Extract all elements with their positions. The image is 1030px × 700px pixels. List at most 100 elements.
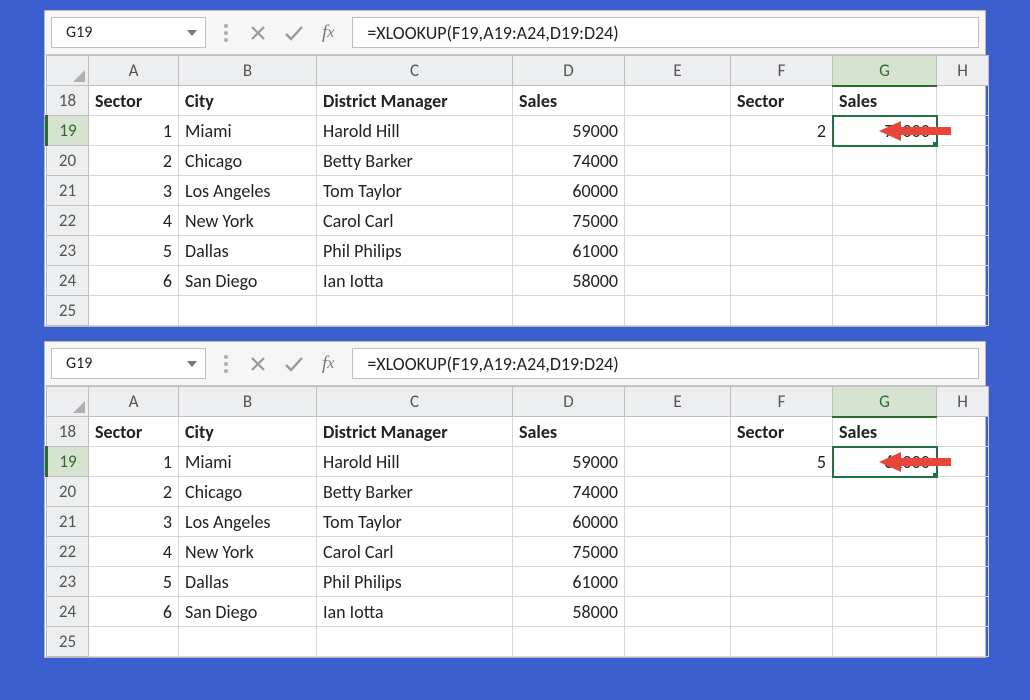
cell[interactable] xyxy=(937,567,989,597)
cell[interactable] xyxy=(625,206,731,236)
cell[interactable]: 2 xyxy=(89,477,179,507)
column-header[interactable]: A xyxy=(89,56,179,86)
cell[interactable]: 61000 xyxy=(513,567,625,597)
cell[interactable]: 61000 xyxy=(513,236,625,266)
cell[interactable] xyxy=(937,176,989,206)
row-header[interactable]: 20 xyxy=(47,477,89,507)
cell[interactable]: 59000 xyxy=(513,116,625,146)
cell[interactable]: Sector xyxy=(731,86,833,116)
cancel-icon[interactable] xyxy=(250,356,266,372)
cell[interactable]: 2 xyxy=(89,146,179,176)
row-header[interactable]: 22 xyxy=(47,537,89,567)
cell[interactable]: 74000 xyxy=(513,477,625,507)
cell[interactable] xyxy=(625,116,731,146)
cell[interactable] xyxy=(731,507,833,537)
cell[interactable] xyxy=(937,537,989,567)
cell[interactable]: 6 xyxy=(89,597,179,627)
column-header[interactable]: C xyxy=(317,56,513,86)
cell[interactable] xyxy=(731,296,833,326)
cell[interactable] xyxy=(937,507,989,537)
cell[interactable]: Sector xyxy=(89,86,179,116)
cell[interactable]: Harold Hill xyxy=(317,447,513,477)
row-header[interactable]: 25 xyxy=(47,296,89,326)
cell[interactable] xyxy=(731,176,833,206)
row-header[interactable]: 23 xyxy=(47,567,89,597)
cell[interactable]: Betty Barker xyxy=(317,146,513,176)
column-header[interactable]: H xyxy=(937,56,989,86)
cell[interactable]: City xyxy=(179,417,317,447)
cell[interactable]: Sector xyxy=(89,417,179,447)
cell[interactable]: Sales xyxy=(513,86,625,116)
fx-icon[interactable]: fx xyxy=(322,22,334,44)
cell[interactable]: Tom Taylor xyxy=(317,176,513,206)
column-header[interactable]: F xyxy=(731,56,833,86)
cell[interactable]: 5 xyxy=(89,236,179,266)
cell[interactable]: Los Angeles xyxy=(179,507,317,537)
cell[interactable] xyxy=(625,627,731,657)
cell[interactable]: 59000 xyxy=(513,447,625,477)
column-header[interactable]: C xyxy=(317,387,513,417)
cell[interactable] xyxy=(937,447,989,477)
cell[interactable] xyxy=(937,627,989,657)
select-all-corner[interactable] xyxy=(47,387,89,417)
formula-input[interactable]: =XLOOKUP(F19,A19:A24,D19:D24) xyxy=(352,17,979,48)
cell[interactable]: Chicago xyxy=(179,477,317,507)
cell[interactable] xyxy=(731,266,833,296)
cell[interactable]: 61000 xyxy=(833,447,937,477)
cell[interactable] xyxy=(89,296,179,326)
name-box[interactable]: G19 xyxy=(51,348,206,379)
cell[interactable]: 60000 xyxy=(513,507,625,537)
spreadsheet-grid[interactable]: ABCDEFGH18SectorCityDistrict ManagerSale… xyxy=(45,55,985,326)
cell[interactable] xyxy=(833,597,937,627)
name-box[interactable]: G19 xyxy=(51,17,206,48)
row-header[interactable]: 22 xyxy=(47,206,89,236)
cell[interactable]: 4 xyxy=(89,537,179,567)
more-icon[interactable] xyxy=(224,24,232,42)
cell[interactable]: 1 xyxy=(89,447,179,477)
cancel-icon[interactable] xyxy=(250,25,266,41)
cell[interactable]: District Manager xyxy=(317,86,513,116)
cell[interactable] xyxy=(513,296,625,326)
cell[interactable] xyxy=(833,236,937,266)
cell[interactable] xyxy=(937,236,989,266)
cell[interactable] xyxy=(731,627,833,657)
cell[interactable]: Sales xyxy=(833,417,937,447)
cell[interactable] xyxy=(625,146,731,176)
cell[interactable] xyxy=(731,146,833,176)
cell[interactable]: 5 xyxy=(89,567,179,597)
cell[interactable] xyxy=(625,296,731,326)
spreadsheet-grid[interactable]: ABCDEFGH18SectorCityDistrict ManagerSale… xyxy=(45,386,985,657)
cell[interactable]: Harold Hill xyxy=(317,116,513,146)
cell[interactable] xyxy=(625,507,731,537)
cell[interactable]: San Diego xyxy=(179,266,317,296)
cell[interactable] xyxy=(625,477,731,507)
cell[interactable]: Chicago xyxy=(179,146,317,176)
cell[interactable] xyxy=(179,296,317,326)
cell[interactable] xyxy=(317,296,513,326)
cell[interactable] xyxy=(625,447,731,477)
cell[interactable] xyxy=(833,537,937,567)
cell[interactable]: Dallas xyxy=(179,236,317,266)
cell[interactable] xyxy=(317,627,513,657)
cell[interactable] xyxy=(625,417,731,447)
cell[interactable] xyxy=(833,206,937,236)
cell[interactable] xyxy=(731,206,833,236)
row-header[interactable]: 19 xyxy=(47,447,89,477)
cell[interactable] xyxy=(937,296,989,326)
cell[interactable]: San Diego xyxy=(179,597,317,627)
column-header[interactable]: F xyxy=(731,387,833,417)
column-header[interactable]: B xyxy=(179,56,317,86)
cell[interactable]: Miami xyxy=(179,447,317,477)
cell[interactable]: Sector xyxy=(731,417,833,447)
cell[interactable]: 58000 xyxy=(513,597,625,627)
cell[interactable]: City xyxy=(179,86,317,116)
cell[interactable]: Carol Carl xyxy=(317,206,513,236)
column-header[interactable]: H xyxy=(937,387,989,417)
row-header[interactable]: 20 xyxy=(47,146,89,176)
cell[interactable] xyxy=(625,567,731,597)
cell[interactable]: 75000 xyxy=(513,206,625,236)
cell[interactable]: 60000 xyxy=(513,176,625,206)
cell[interactable] xyxy=(731,537,833,567)
cell[interactable] xyxy=(833,567,937,597)
cell[interactable]: 3 xyxy=(89,507,179,537)
